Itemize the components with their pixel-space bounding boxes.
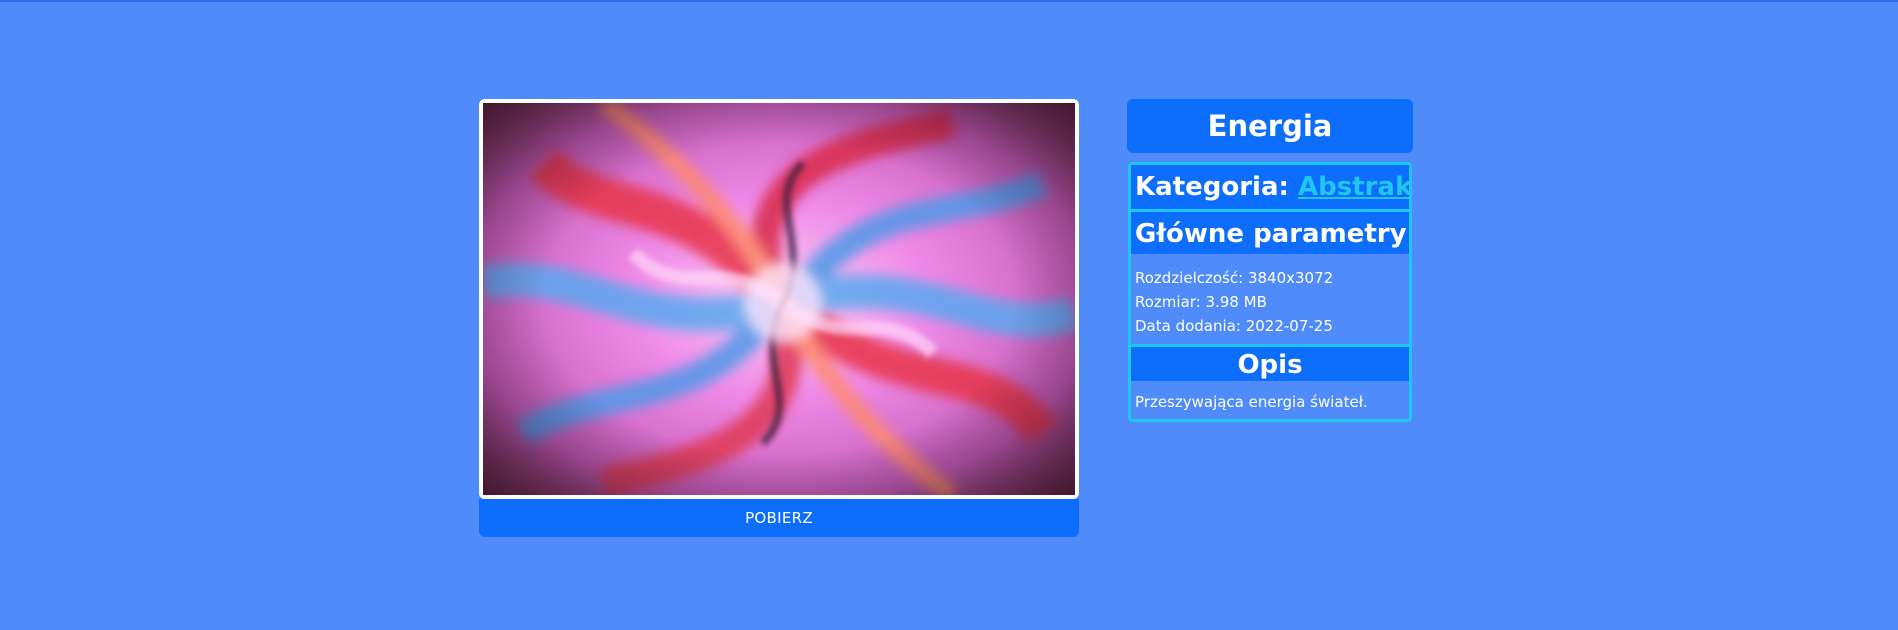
category-link[interactable]: Abstrakcja: [1298, 172, 1409, 202]
wallpaper-preview: [479, 99, 1079, 499]
param-label: Data dodania:: [1135, 317, 1246, 335]
category-label: Kategoria:: [1135, 172, 1298, 202]
param-label: Rozdzielczość:: [1135, 269, 1248, 287]
description-heading: Opis: [1131, 347, 1409, 381]
param-label: Rozmiar:: [1135, 293, 1206, 311]
param-resolution: Rozdzielczość: 3840x3072: [1135, 266, 1405, 290]
wallpaper-title: Energia: [1127, 99, 1413, 153]
download-button[interactable]: POBIERZ: [479, 499, 1079, 537]
abstract-swirl-image: [483, 103, 1075, 495]
description-text: Przeszywająca energia świateł.: [1135, 393, 1368, 411]
params-heading: Główne parametry:: [1131, 212, 1409, 254]
params-list: Rozdzielczość: 3840x3072 Rozmiar: 3.98 M…: [1131, 254, 1409, 344]
param-date-added: Data dodania: 2022-07-25: [1135, 314, 1405, 338]
category-row: Kategoria: Abstrakcja: [1131, 165, 1409, 209]
details-panel: Kategoria: Abstrakcja Główne parametry: …: [1128, 162, 1412, 422]
param-size: Rozmiar: 3.98 MB: [1135, 290, 1405, 314]
param-value: 2022-07-25: [1245, 317, 1333, 335]
param-value: 3.98 MB: [1205, 293, 1267, 311]
param-value: 3840x3072: [1247, 269, 1334, 287]
